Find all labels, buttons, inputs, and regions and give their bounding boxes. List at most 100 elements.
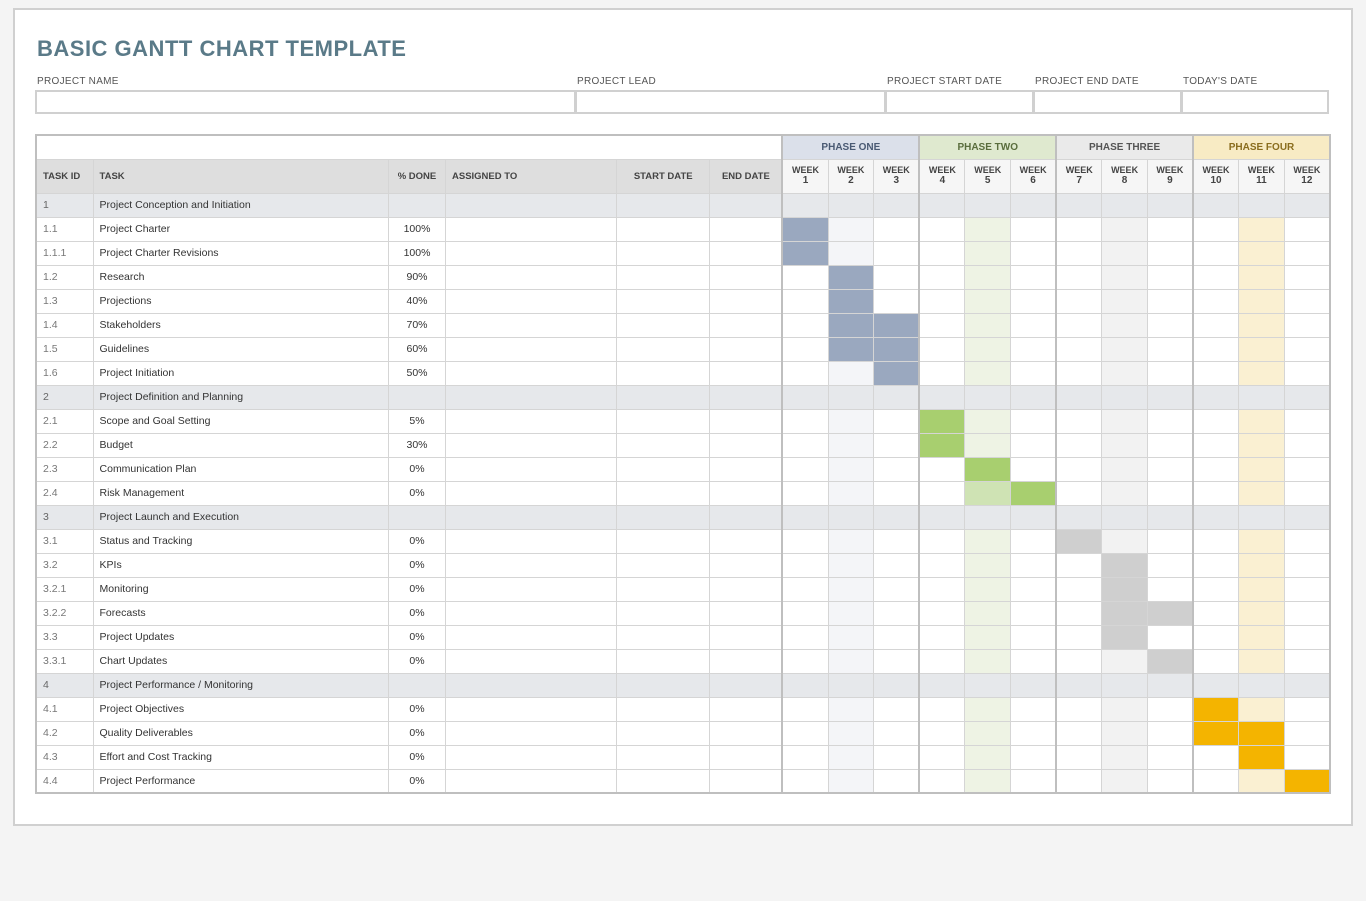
cell-end[interactable] — [710, 481, 783, 505]
cell-assigned[interactable] — [446, 217, 617, 241]
cell-task[interactable]: Stakeholders — [93, 313, 388, 337]
gantt-cell[interactable] — [965, 601, 1011, 625]
gantt-cell[interactable] — [965, 625, 1011, 649]
cell-done[interactable]: 60% — [388, 337, 445, 361]
gantt-cell[interactable] — [828, 265, 874, 289]
gantt-cell[interactable] — [1056, 697, 1102, 721]
gantt-cell[interactable] — [965, 289, 1011, 313]
gantt-cell[interactable] — [874, 409, 920, 433]
gantt-cell[interactable] — [874, 289, 920, 313]
gantt-cell[interactable] — [965, 505, 1011, 529]
gantt-cell[interactable] — [1102, 649, 1148, 673]
gantt-cell[interactable] — [828, 337, 874, 361]
cell-start[interactable] — [617, 457, 710, 481]
gantt-cell[interactable] — [1102, 409, 1148, 433]
cell-assigned[interactable] — [446, 313, 617, 337]
cell-task[interactable]: Project Initiation — [93, 361, 388, 385]
gantt-cell[interactable] — [1147, 433, 1193, 457]
project-name-input[interactable] — [35, 90, 575, 114]
cell-id[interactable]: 3 — [36, 505, 93, 529]
cell-done[interactable]: 0% — [388, 769, 445, 793]
gantt-cell[interactable] — [1147, 649, 1193, 673]
table-row[interactable]: 3Project Launch and Execution — [36, 505, 1330, 529]
cell-assigned[interactable] — [446, 769, 617, 793]
cell-start[interactable] — [617, 505, 710, 529]
cell-start[interactable] — [617, 601, 710, 625]
table-row[interactable]: 1.6Project Initiation50% — [36, 361, 1330, 385]
cell-id[interactable]: 4 — [36, 673, 93, 697]
gantt-cell[interactable] — [874, 529, 920, 553]
gantt-cell[interactable] — [1239, 625, 1285, 649]
gantt-cell[interactable] — [1056, 553, 1102, 577]
gantt-cell[interactable] — [1147, 673, 1193, 697]
gantt-cell[interactable] — [1011, 529, 1057, 553]
cell-id[interactable]: 4.1 — [36, 697, 93, 721]
table-row[interactable]: 1.3Projections40% — [36, 289, 1330, 313]
gantt-cell[interactable] — [965, 697, 1011, 721]
cell-start[interactable] — [617, 721, 710, 745]
gantt-cell[interactable] — [1056, 265, 1102, 289]
gantt-cell[interactable] — [1147, 457, 1193, 481]
gantt-cell[interactable] — [828, 361, 874, 385]
gantt-cell[interactable] — [1102, 193, 1148, 217]
cell-done[interactable]: 0% — [388, 625, 445, 649]
cell-end[interactable] — [710, 529, 783, 553]
cell-end[interactable] — [710, 745, 783, 769]
cell-task[interactable]: Budget — [93, 433, 388, 457]
gantt-cell[interactable] — [919, 673, 965, 697]
cell-assigned[interactable] — [446, 289, 617, 313]
cell-id[interactable]: 3.2 — [36, 553, 93, 577]
cell-end[interactable] — [710, 625, 783, 649]
cell-start[interactable] — [617, 529, 710, 553]
gantt-cell[interactable] — [1147, 769, 1193, 793]
table-row[interactable]: 4.4Project Performance0% — [36, 769, 1330, 793]
gantt-cell[interactable] — [782, 337, 828, 361]
cell-start[interactable] — [617, 409, 710, 433]
gantt-cell[interactable] — [1193, 337, 1239, 361]
gantt-cell[interactable] — [1239, 217, 1285, 241]
cell-end[interactable] — [710, 337, 783, 361]
gantt-cell[interactable] — [828, 193, 874, 217]
gantt-cell[interactable] — [874, 217, 920, 241]
gantt-cell[interactable] — [1102, 265, 1148, 289]
cell-assigned[interactable] — [446, 241, 617, 265]
cell-assigned[interactable] — [446, 577, 617, 601]
gantt-cell[interactable] — [874, 745, 920, 769]
gantt-cell[interactable] — [919, 625, 965, 649]
gantt-cell[interactable] — [1239, 697, 1285, 721]
table-row[interactable]: 1.2Research90% — [36, 265, 1330, 289]
gantt-cell[interactable] — [874, 481, 920, 505]
gantt-cell[interactable] — [1011, 313, 1057, 337]
gantt-cell[interactable] — [1284, 409, 1330, 433]
cell-done[interactable] — [388, 673, 445, 697]
cell-id[interactable]: 1.2 — [36, 265, 93, 289]
gantt-cell[interactable] — [1147, 577, 1193, 601]
gantt-cell[interactable] — [1102, 361, 1148, 385]
gantt-cell[interactable] — [1011, 601, 1057, 625]
gantt-cell[interactable] — [1102, 529, 1148, 553]
gantt-cell[interactable] — [919, 553, 965, 577]
gantt-cell[interactable] — [828, 481, 874, 505]
gantt-cell[interactable] — [1193, 289, 1239, 313]
gantt-cell[interactable] — [919, 457, 965, 481]
cell-end[interactable] — [710, 505, 783, 529]
gantt-cell[interactable] — [1011, 769, 1057, 793]
cell-id[interactable]: 3.3 — [36, 625, 93, 649]
gantt-cell[interactable] — [782, 313, 828, 337]
cell-id[interactable]: 4.3 — [36, 745, 93, 769]
gantt-cell[interactable] — [1239, 553, 1285, 577]
cell-assigned[interactable] — [446, 505, 617, 529]
gantt-cell[interactable] — [1284, 361, 1330, 385]
gantt-cell[interactable] — [1193, 745, 1239, 769]
gantt-cell[interactable] — [1011, 649, 1057, 673]
gantt-cell[interactable] — [1193, 457, 1239, 481]
gantt-cell[interactable] — [782, 481, 828, 505]
gantt-cell[interactable] — [1011, 217, 1057, 241]
gantt-cell[interactable] — [1147, 217, 1193, 241]
table-row[interactable]: 2.2Budget30% — [36, 433, 1330, 457]
cell-assigned[interactable] — [446, 481, 617, 505]
cell-task[interactable]: Status and Tracking — [93, 529, 388, 553]
gantt-cell[interactable] — [919, 577, 965, 601]
gantt-cell[interactable] — [965, 769, 1011, 793]
gantt-cell[interactable] — [1102, 721, 1148, 745]
